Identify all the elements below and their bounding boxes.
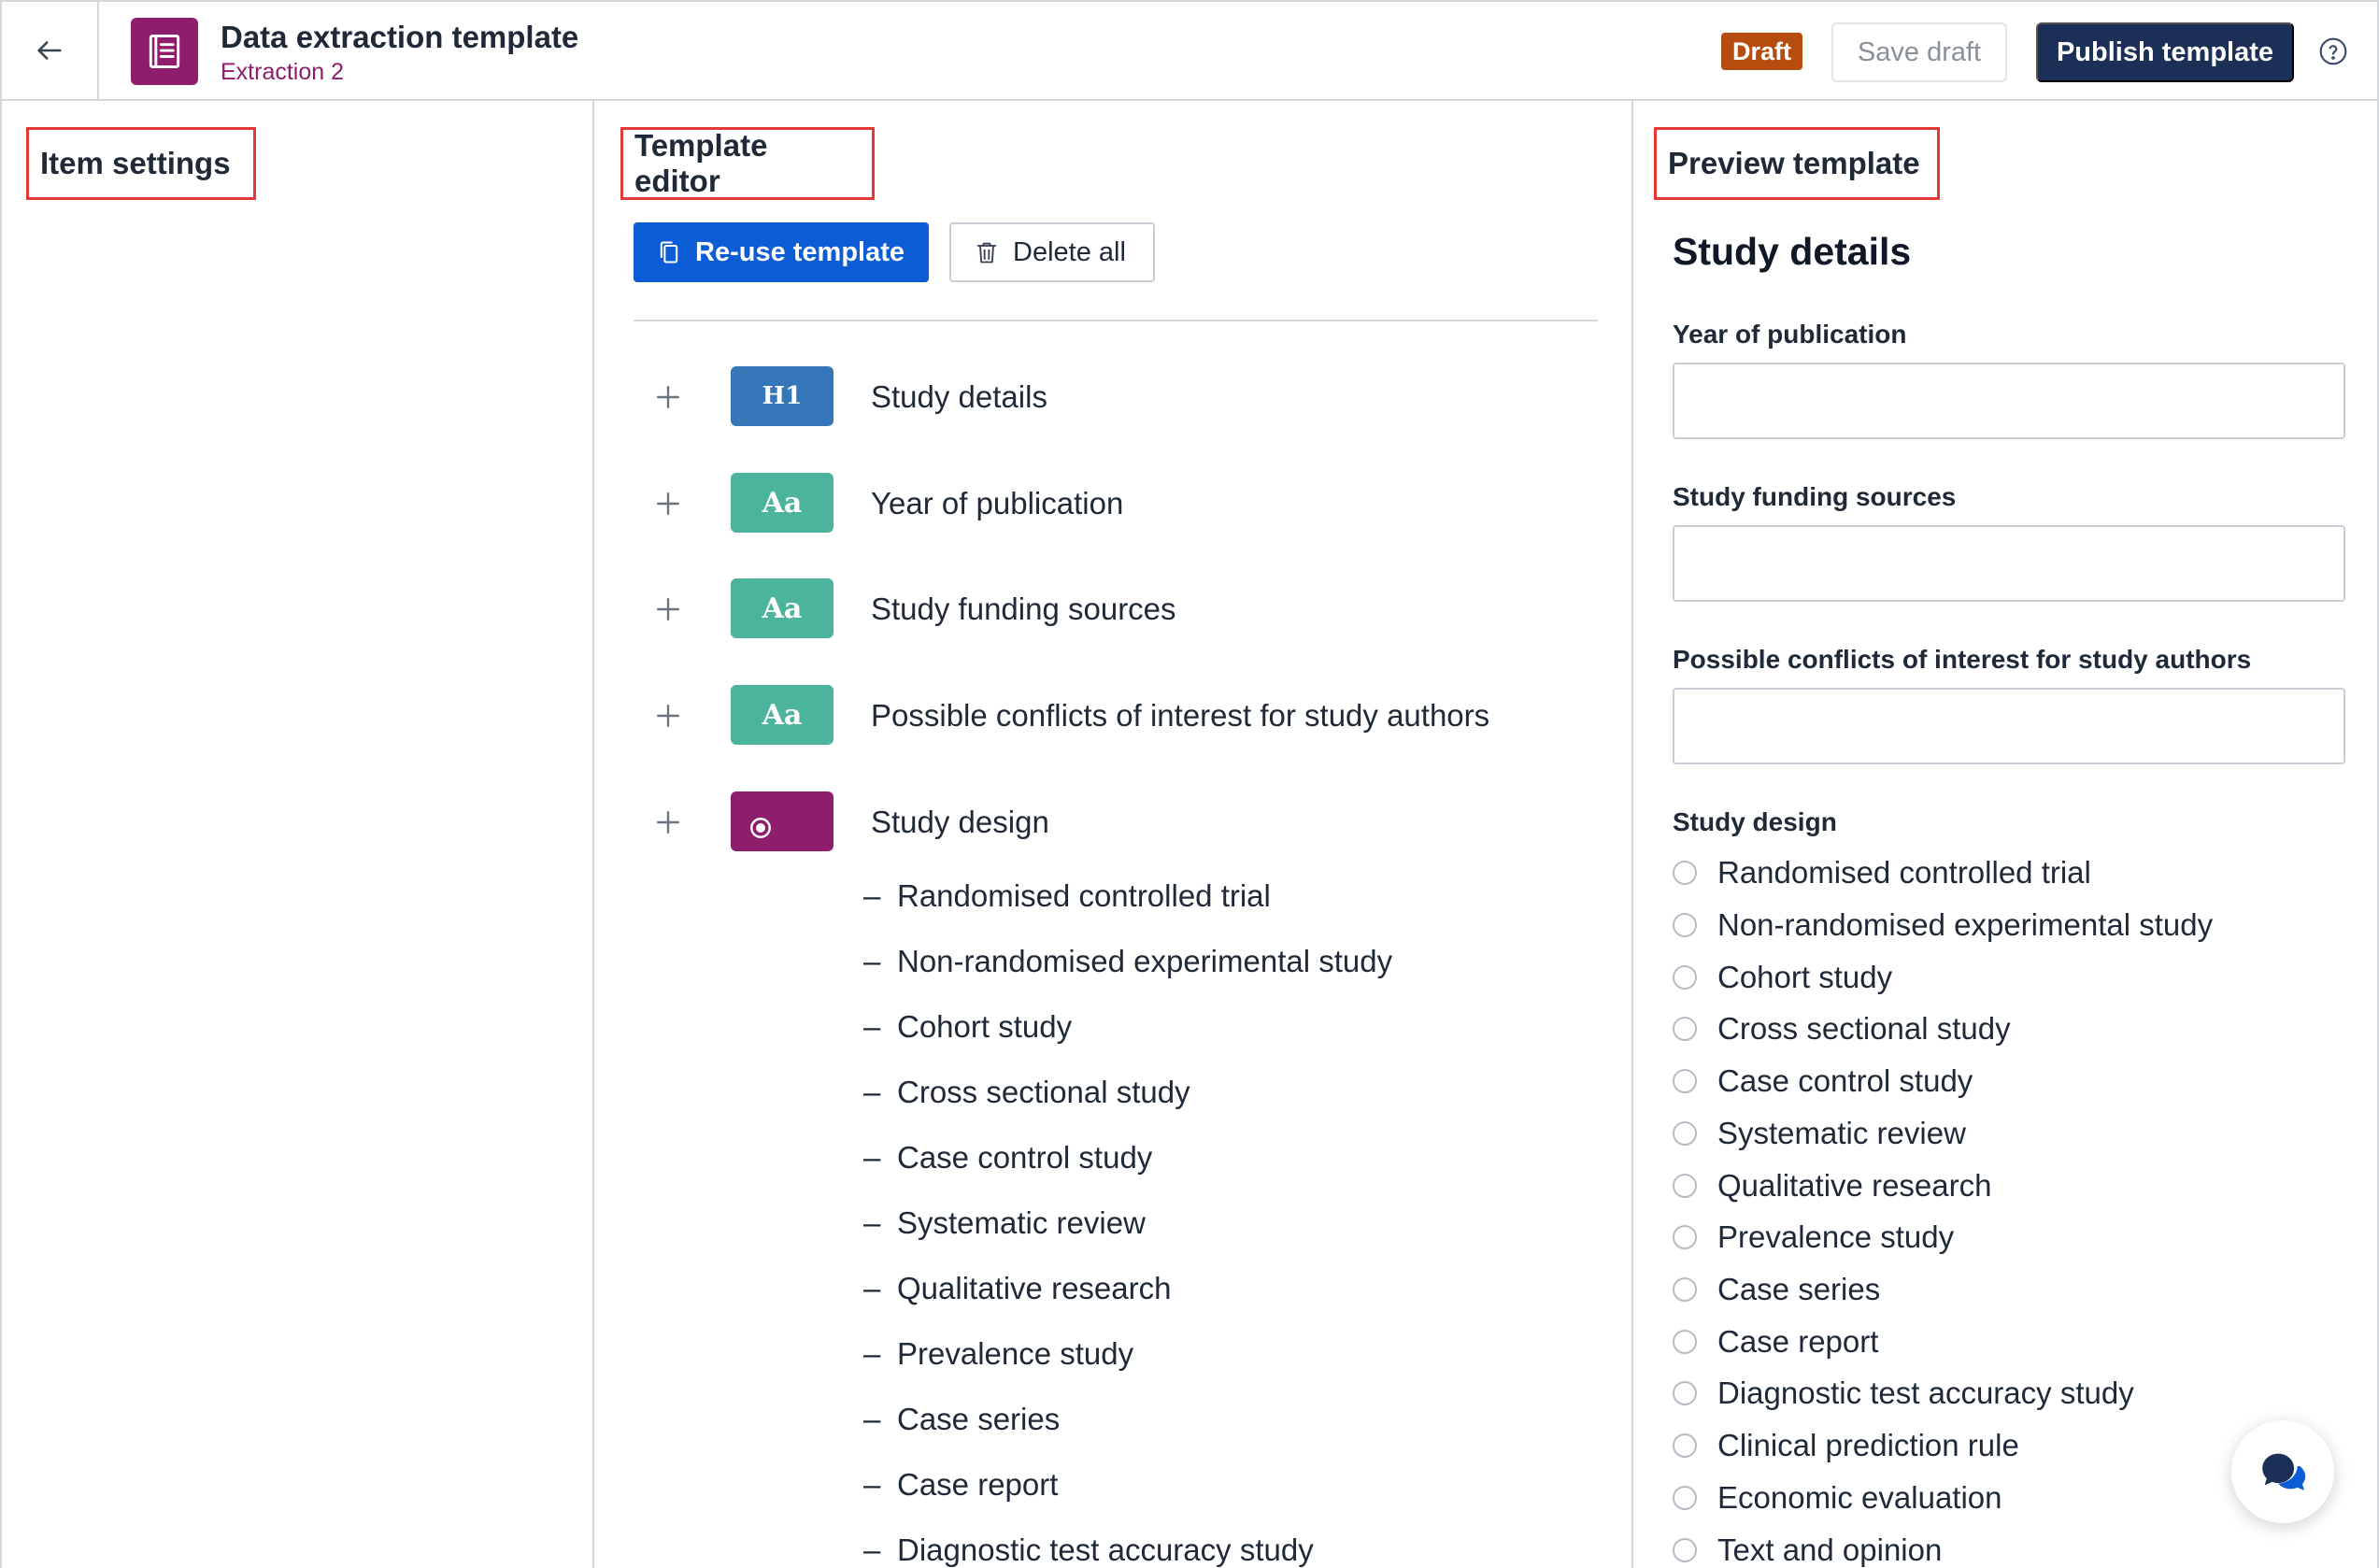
radio-button[interactable] [1673,1433,1697,1458]
trash-icon [976,242,997,264]
option-item: – Case series [863,1402,1061,1436]
back-button[interactable] [2,2,99,99]
arrow-left-icon [37,41,62,60]
title-block: Data extraction template Extraction 2 [221,19,578,88]
radio-button[interactable] [1673,1017,1697,1041]
radio-button[interactable] [1673,1486,1697,1510]
option-item: – Randomised controlled trial [863,878,1271,913]
option-item: – Prevalence study [863,1336,1134,1371]
item-label: Study funding sources [871,592,1176,626]
radio-button[interactable] [1673,861,1697,885]
plus-icon[interactable] [656,704,680,728]
option-item: – Case report [863,1467,1059,1502]
item-label: Possible conflicts of interest for study… [871,698,1490,733]
plus-icon[interactable] [656,597,680,621]
option-item: – Case control study [863,1140,1153,1175]
field-label: Year of publication [1673,320,1907,349]
template-item[interactable]: Aa Year of publication [594,473,1622,533]
radio-button[interactable] [1673,1277,1697,1302]
plus-icon[interactable] [656,492,680,516]
plus-icon[interactable] [656,385,680,409]
radio-option[interactable]: Randomised controlled trial [1673,854,2091,891]
radio-button[interactable] [1673,1121,1697,1146]
book-icon [131,18,198,85]
item-settings-heading: Item settings [26,127,256,200]
text-type-badge: Aa [731,473,833,533]
plus-icon[interactable] [656,810,680,834]
radio-option[interactable]: Case report [1673,1323,1878,1361]
page-subtitle: Extraction 2 [221,59,345,85]
radio-option[interactable]: Case series [1673,1271,1880,1308]
template-editor-heading: Template editor [620,127,875,200]
page-title: Data extraction template [221,20,579,54]
chat-bubbles-icon [2262,1453,2306,1490]
radio-button[interactable] [1673,965,1697,990]
option-item: – Qualitative research [863,1271,1172,1305]
preview-section-title: Study details [1673,230,1912,273]
radio-option[interactable]: Economic evaluation [1673,1479,2002,1517]
field-label: Possible conflicts of interest for study… [1673,645,2252,674]
radio-button[interactable] [1673,1381,1697,1405]
option-item: – Cohort study [863,1009,1073,1044]
option-item: – Systematic review [863,1205,1146,1240]
year-of-publication-input[interactable] [1673,363,2345,439]
divider [634,320,1598,321]
template-item[interactable]: Aa Possible conflicts of interest for st… [594,685,1622,745]
radio-option[interactable]: Text and opinion [1673,1532,1942,1568]
status-badge: Draft [1721,33,1803,70]
reuse-template-button[interactable]: Re-use template [634,222,929,282]
item-label: Study details [871,379,1047,414]
option-item: – Cross sectional study [863,1075,1190,1109]
item-settings-panel: Item settings [2,101,594,1568]
copy-icon [660,241,678,264]
radio-button[interactable] [1673,1069,1697,1093]
radio-option[interactable]: Non-randomised experimental study [1673,906,2213,944]
radio-option[interactable]: Cross sectional study [1673,1010,2011,1048]
text-type-badge: Aa [731,578,833,638]
reuse-template-label: Re-use template [695,236,905,267]
preview-template-heading: Preview template [1654,127,1940,200]
template-item[interactable]: Aa Study funding sources [594,578,1622,638]
radio-button[interactable] [1673,1174,1697,1198]
radio-button[interactable] [1673,1538,1697,1562]
radio-button[interactable] [1673,1225,1697,1249]
heading-type-badge: H1 [731,366,833,426]
radio-option[interactable]: Case control study [1673,1062,1973,1100]
preview-panel: Preview template Study details Year of p… [1633,101,2377,1568]
save-draft-button[interactable]: Save draft [1831,22,2007,82]
template-editor-panel: Template editor Re-use template Delete a… [594,101,1633,1568]
study-funding-sources-input[interactable] [1673,525,2345,602]
radio-option[interactable]: Clinical prediction rule [1673,1427,2019,1464]
radio-button-icon [750,818,771,838]
radio-option[interactable]: Prevalence study [1673,1219,1954,1256]
option-item: – Non-randomised experimental study [863,944,1393,978]
radio-button[interactable] [1673,1330,1697,1354]
radio-option[interactable]: Systematic review [1673,1115,1966,1152]
item-label: Study design [871,805,1049,839]
chat-button[interactable] [2231,1420,2334,1523]
template-item[interactable]: Study design [594,791,1622,851]
option-item: – Diagnostic test accuracy study [863,1532,1314,1567]
radio-group-label: Study design [1673,807,1837,836]
text-type-badge: Aa [731,685,833,745]
top-bar: Data extraction template Extraction 2 Dr… [2,2,2377,101]
radio-option[interactable]: Cohort study [1673,959,1892,996]
delete-all-label: Delete all [1013,236,1126,267]
item-label: Year of publication [871,486,1124,520]
field-label: Study funding sources [1673,482,1957,511]
app-window: Data extraction template Extraction 2 Dr… [0,0,2379,1568]
publish-template-button[interactable]: Publish template [2036,22,2294,82]
template-item[interactable]: H1 Study details [594,366,1622,426]
delete-all-button[interactable]: Delete all [949,222,1155,282]
radio-option[interactable]: Qualitative research [1673,1167,1991,1205]
help-circle-icon[interactable] [2318,36,2348,66]
radio-button[interactable] [1673,913,1697,937]
radio-option[interactable]: Diagnostic test accuracy study [1673,1375,2134,1412]
conflicts-of-interest-input[interactable] [1673,688,2345,764]
radio-type-badge [731,791,833,851]
